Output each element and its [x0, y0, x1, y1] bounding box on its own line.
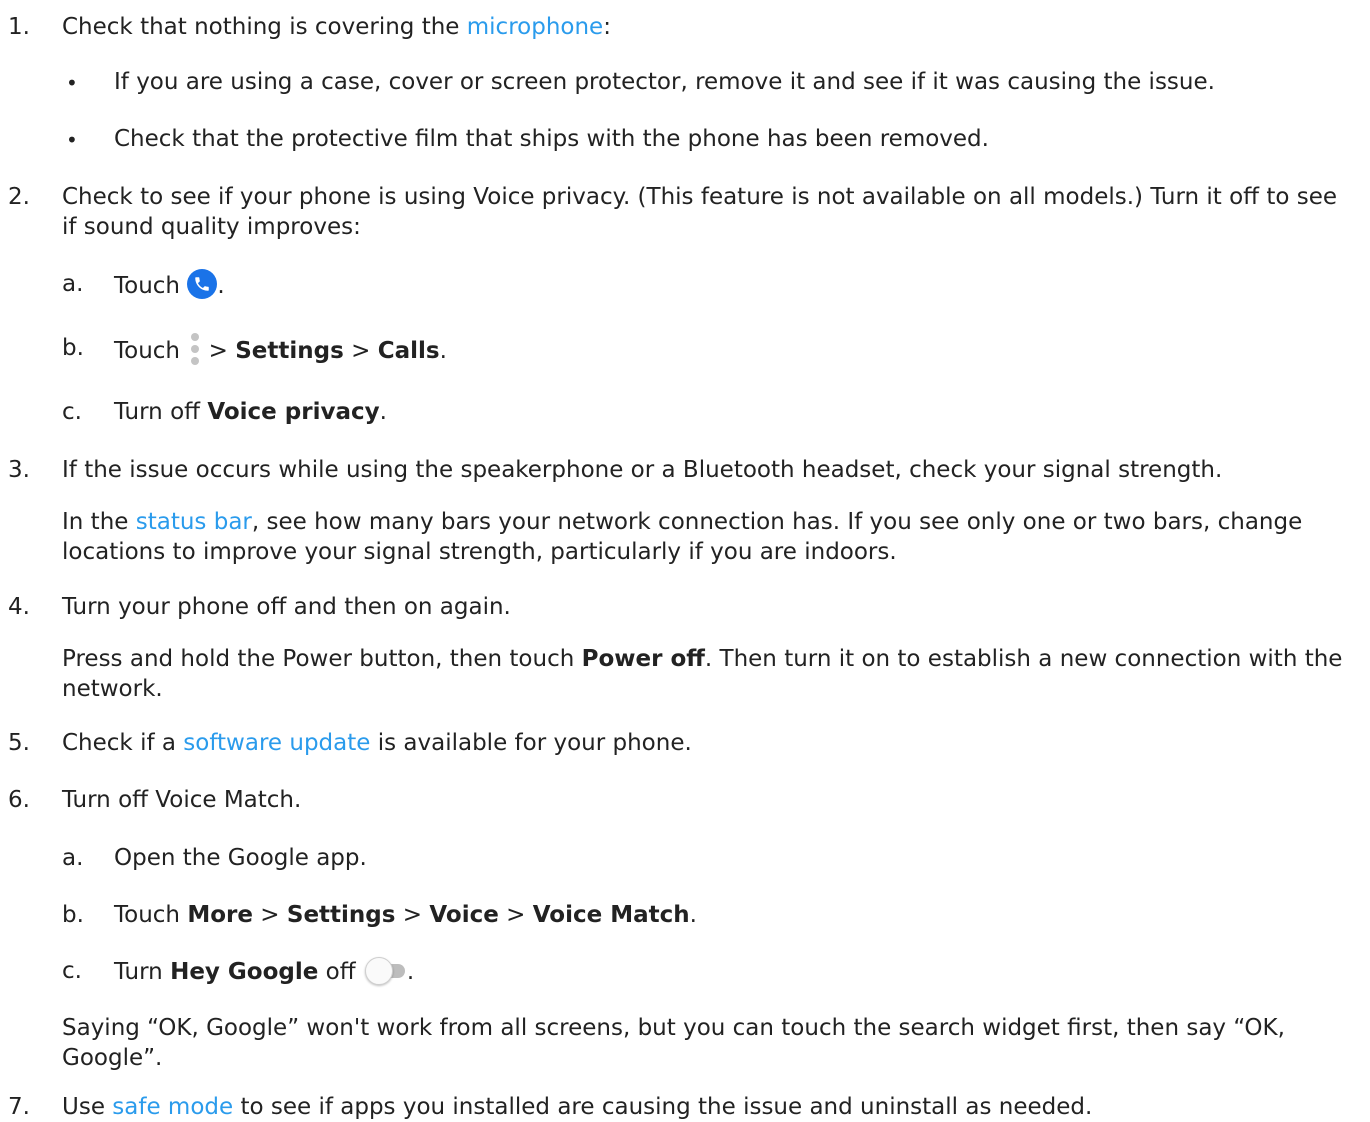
status-bar-link[interactable]: status bar	[136, 509, 252, 535]
substep-text: Turn Hey Google off .	[114, 956, 1354, 987]
more-label: More	[187, 902, 253, 928]
substep-text-part: >	[252, 902, 287, 928]
paragraph-part: In the	[62, 509, 136, 535]
step-paragraph: Press and hold the Power button, then to…	[62, 644, 1352, 704]
more-vertical-icon	[187, 333, 201, 367]
step-text: Check to see if your phone is using Voic…	[62, 184, 1338, 240]
substep-text-part: .	[217, 273, 225, 299]
step-text-part: Check that nothing is covering the	[62, 14, 467, 40]
substep-label: b.	[62, 902, 84, 928]
step-paragraph: In the status bar, see how many bars you…	[62, 507, 1352, 567]
substep-text-part: Turn off	[114, 399, 208, 425]
step-text: Use safe mode to see if apps you install…	[62, 1092, 1352, 1122]
settings-label: Settings	[286, 902, 396, 928]
substep-text-part: Touch	[114, 338, 181, 364]
substep-text: Open the Google app.	[114, 845, 367, 871]
step-number: 5.	[8, 730, 30, 756]
bullet-text: If you are using a case, cover or screen…	[114, 69, 1215, 95]
microphone-link[interactable]: microphone	[467, 14, 603, 40]
step-text: Check if a software update is available …	[62, 728, 1352, 758]
substep-label: a.	[62, 271, 84, 297]
substep-text-part: Turn	[114, 959, 171, 985]
bullet-text: Check that the protective film that ship…	[114, 126, 989, 152]
substep-text-part: >	[498, 902, 533, 928]
substep-label: c.	[62, 958, 82, 984]
step-text: If the issue occurs while using the spea…	[62, 457, 1223, 483]
step-number: 2.	[8, 184, 30, 210]
voice-label: Voice	[429, 902, 499, 928]
substep-text: Turn off Voice privacy.	[114, 397, 1354, 427]
substep-label: c.	[62, 399, 82, 425]
step-number: 4.	[8, 594, 30, 620]
substep-text: Touch More > Settings > Voice > Voice Ma…	[114, 900, 1354, 930]
safe-mode-link[interactable]: safe mode	[112, 1094, 233, 1120]
voice-privacy-label: Voice privacy	[207, 399, 380, 425]
step-number: 7.	[8, 1094, 30, 1120]
voice-match-label: Voice Match	[532, 902, 690, 928]
substep-label: b.	[62, 335, 84, 361]
toggle-off-icon	[363, 956, 407, 986]
substep-text-part: .	[689, 902, 697, 928]
substep-text-part: >	[343, 338, 378, 364]
power-off-label: Power off	[581, 646, 705, 672]
substep-text-part: Touch	[114, 902, 188, 928]
step-text-part: :	[603, 14, 611, 40]
step-text: Turn off Voice Match.	[62, 787, 302, 813]
substep-text-part: Touch	[114, 273, 181, 299]
substep-text-part: .	[406, 959, 415, 985]
substep-text-part: .	[379, 399, 387, 425]
step-text: Turn your phone off and then on again.	[62, 594, 511, 620]
hey-google-label: Hey Google	[170, 959, 319, 985]
settings-label: Settings	[235, 338, 344, 364]
substep-text-part: .	[439, 338, 447, 364]
substep-text: Touch > Settings > Calls.	[114, 333, 1354, 367]
bullet-icon: •	[66, 71, 78, 95]
step-number: 6.	[8, 787, 30, 813]
substep-text-part: off	[318, 959, 363, 985]
step-text: Check that nothing is covering the micro…	[62, 12, 1352, 42]
substep-label: a.	[62, 845, 84, 871]
software-update-link[interactable]: software update	[183, 730, 370, 756]
substep-text: Touch .	[114, 269, 1354, 301]
step-text-part: Check if a	[62, 730, 184, 756]
bullet-icon: •	[66, 128, 78, 152]
step-number: 1.	[8, 14, 30, 40]
troubleshooting-steps: 1. Check that nothing is covering the mi…	[0, 0, 1370, 1120]
substep-text-part: >	[201, 338, 236, 364]
step-text-part: to see if apps you installed are causing…	[233, 1094, 1093, 1120]
paragraph-part: Press and hold the Power button, then to…	[62, 646, 582, 672]
step-text-part: Use	[62, 1094, 113, 1120]
substep-text-part: >	[395, 902, 430, 928]
step-number: 3.	[8, 457, 30, 483]
step-note: Saying “OK, Google” won't work from all …	[62, 1015, 1285, 1071]
step-text-part: is available for your phone.	[370, 730, 692, 756]
phone-app-icon	[187, 269, 218, 299]
calls-label: Calls	[377, 338, 440, 364]
